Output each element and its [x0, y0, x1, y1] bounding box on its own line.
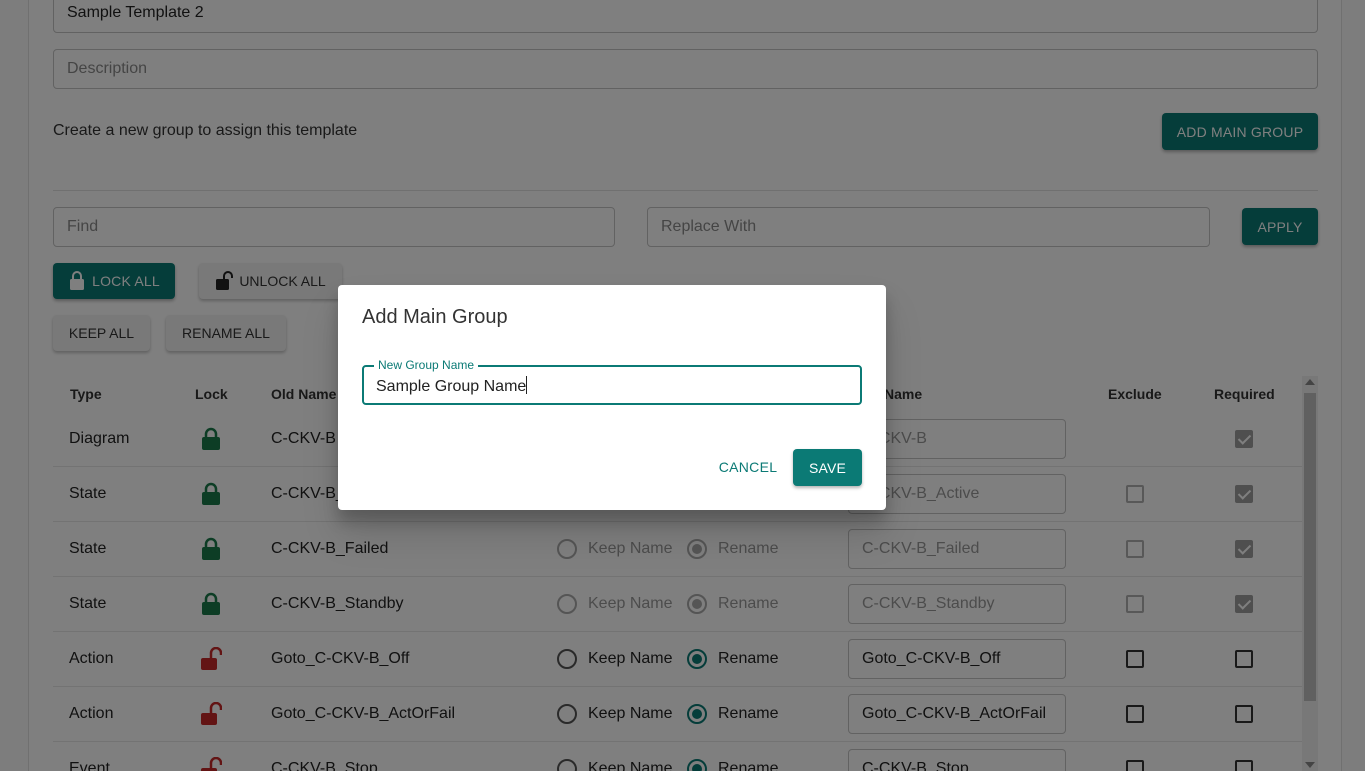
new-group-name-label: New Group Name	[374, 358, 479, 372]
dialog-title: Add Main Group	[362, 306, 508, 328]
save-button[interactable]: SAVE	[793, 449, 862, 486]
new-group-name-input[interactable]: Sample Group Name	[376, 376, 528, 396]
new-group-name-field[interactable]: New Group Name Sample Group Name	[362, 358, 862, 405]
new-group-name-value: Sample Group Name	[376, 378, 527, 395]
text-caret	[526, 376, 528, 394]
add-main-group-dialog: Add Main Group New Group Name Sample Gro…	[338, 285, 886, 510]
cancel-button[interactable]: CANCEL	[712, 449, 784, 485]
